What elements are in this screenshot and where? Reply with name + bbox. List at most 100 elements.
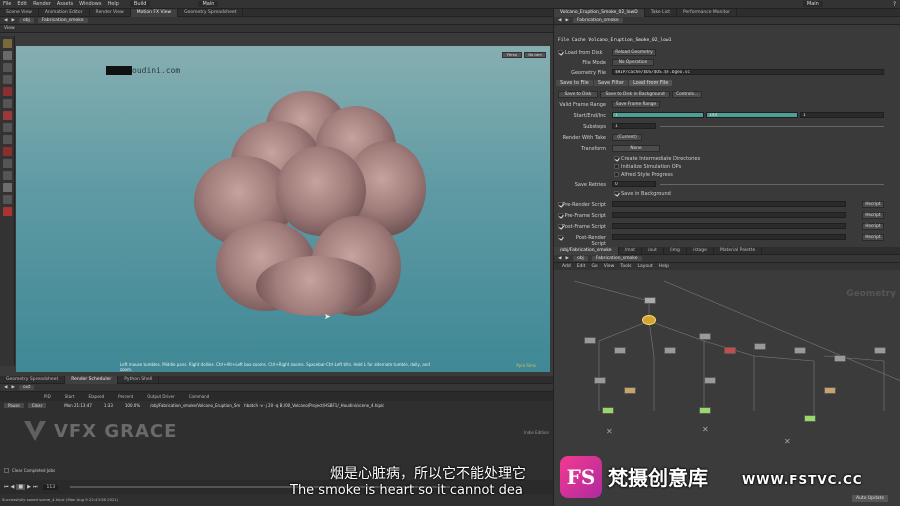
network-node[interactable] bbox=[834, 355, 846, 362]
tab-net-palette[interactable]: Material Palette bbox=[714, 246, 763, 255]
network-node-selected[interactable] bbox=[642, 315, 656, 325]
scene-viewport[interactable]: Persp No cam oudini.com ➤ Pyro Sims bbox=[16, 46, 550, 372]
forward-icon[interactable]: ▶ bbox=[565, 256, 568, 261]
create-dirs-checkbox[interactable] bbox=[614, 156, 619, 161]
path-node[interactable]: Fabrication_smoke bbox=[572, 18, 623, 23]
script-field[interactable] bbox=[612, 212, 846, 218]
script-field[interactable] bbox=[612, 223, 846, 229]
alfred-checkbox[interactable] bbox=[614, 172, 619, 177]
tab-render-view[interactable]: Render View bbox=[90, 8, 131, 17]
handle-tool-icon[interactable] bbox=[3, 87, 12, 96]
tab-animation-editor[interactable]: Animation Editor bbox=[39, 8, 90, 17]
script-lang-select[interactable]: Hscript bbox=[862, 223, 884, 230]
menu-file[interactable]: File bbox=[0, 1, 14, 7]
stop-icon[interactable]: ■ bbox=[16, 484, 26, 490]
network-node-green[interactable] bbox=[602, 407, 614, 414]
valid-range-select[interactable]: Save Frame Range bbox=[612, 101, 660, 108]
tab-net-obj[interactable]: /obj/Fabrication_smoke bbox=[554, 246, 619, 255]
save-bg-button[interactable]: Save to Disk in Background bbox=[600, 91, 670, 98]
back-icon[interactable]: ◀ bbox=[558, 18, 561, 23]
pose-tool-icon[interactable] bbox=[3, 99, 12, 108]
file-mode-select[interactable]: No Operation bbox=[612, 59, 654, 66]
tab-net-out[interactable]: /out bbox=[642, 246, 664, 255]
subtab-load-file[interactable]: Load from File bbox=[629, 80, 673, 86]
network-node[interactable] bbox=[699, 333, 711, 340]
save-bg-checkbox[interactable] bbox=[614, 191, 619, 196]
net-menu-view[interactable]: View bbox=[604, 264, 615, 269]
net-menu-tools[interactable]: Tools bbox=[620, 264, 631, 269]
table-row[interactable]: Pause Clear Mon 21:13:47 1:33 100.0% /ob… bbox=[0, 401, 553, 410]
network-node[interactable] bbox=[594, 377, 606, 384]
forward-icon[interactable]: ▶ bbox=[11, 18, 14, 23]
script-lang-select[interactable]: Hscript bbox=[862, 201, 884, 208]
null-node-icon[interactable]: ✕ bbox=[606, 427, 613, 436]
net-path-obj[interactable]: obj bbox=[572, 256, 588, 261]
network-node[interactable] bbox=[624, 387, 636, 394]
scale-tool-icon[interactable] bbox=[3, 75, 12, 84]
script-lang-select[interactable]: Hscript bbox=[862, 212, 884, 219]
menu-edit[interactable]: Edit bbox=[14, 1, 30, 7]
menu-windows[interactable]: Windows bbox=[76, 1, 104, 7]
prev-frame-icon[interactable]: ◀ bbox=[11, 484, 15, 490]
network-node[interactable] bbox=[614, 347, 626, 354]
tab-geo-spreadsheet[interactable]: Geometry Spreadsheet bbox=[0, 375, 66, 384]
select-tool-icon[interactable] bbox=[3, 39, 12, 48]
tab-net-img[interactable]: /img bbox=[664, 246, 687, 255]
snap-tool-icon[interactable] bbox=[3, 135, 12, 144]
play-icon[interactable]: ▶ bbox=[27, 484, 31, 490]
end-field[interactable]: 144 bbox=[706, 112, 798, 118]
help-icon[interactable]: ? bbox=[893, 1, 896, 8]
tab-geometry-spreadsheet[interactable]: Geometry Spreadsheet bbox=[178, 8, 244, 17]
path-node[interactable]: Fabrication_smoke bbox=[37, 18, 88, 23]
back-icon[interactable]: ◀ bbox=[4, 18, 7, 23]
menu-help[interactable]: Help bbox=[104, 1, 121, 7]
tab-motion-fx[interactable]: Motion FX View bbox=[130, 8, 179, 17]
tab-python-shell[interactable]: Python Shell bbox=[118, 375, 160, 384]
menu-assets[interactable]: Assets bbox=[54, 1, 76, 7]
save-retries-slider[interactable] bbox=[660, 184, 884, 185]
brush-tool-icon[interactable] bbox=[3, 111, 12, 120]
transform-select[interactable]: None bbox=[612, 145, 660, 152]
tab-param[interactable]: Volcano_Eruption_Smoke_02_lowD bbox=[554, 8, 645, 17]
light-tool-icon[interactable] bbox=[3, 195, 12, 204]
inc-field[interactable]: 1 bbox=[800, 112, 884, 118]
null-node-icon[interactable]: ✕ bbox=[702, 425, 709, 434]
last-frame-icon[interactable]: ⏭ bbox=[33, 484, 38, 490]
subtab-save-file[interactable]: Save to File bbox=[556, 80, 593, 86]
net-menu-go[interactable]: Go bbox=[591, 264, 597, 269]
null-node-icon[interactable]: ✕ bbox=[784, 437, 791, 446]
render-tool-icon[interactable] bbox=[3, 171, 12, 180]
network-node-warning[interactable] bbox=[724, 347, 736, 354]
substeps-slider[interactable] bbox=[660, 126, 884, 127]
geometry-file-field[interactable]: $HIP/cache/$OS/$OS.$F.bgeo.sc bbox=[612, 69, 884, 75]
first-frame-icon[interactable]: ⏮ bbox=[4, 484, 9, 490]
tab-scene-view[interactable]: Scene View bbox=[0, 8, 39, 17]
substeps-field[interactable]: 1 bbox=[612, 123, 656, 129]
tab-net-mat[interactable]: /mat bbox=[619, 246, 643, 255]
tab-take-list[interactable]: Take List bbox=[645, 8, 677, 17]
tab-render-scheduler[interactable]: Render Scheduler bbox=[65, 375, 119, 384]
path-obj[interactable]: obj bbox=[18, 18, 34, 23]
network-node[interactable] bbox=[704, 377, 716, 384]
rotate-tool-icon[interactable] bbox=[3, 63, 12, 72]
network-node[interactable] bbox=[584, 337, 596, 344]
network-node[interactable] bbox=[664, 347, 676, 354]
network-node-green[interactable] bbox=[699, 407, 711, 414]
network-editor[interactable]: /obj/Fabrication_smoke /mat /out /img /s… bbox=[553, 246, 900, 506]
net-menu-layout[interactable]: Layout bbox=[637, 264, 652, 269]
net-path-node[interactable]: Fabrication_smoke bbox=[591, 256, 642, 261]
back-icon[interactable]: ◀ bbox=[4, 385, 7, 390]
path-out[interactable]: out bbox=[18, 385, 35, 390]
save-disk-button[interactable]: Save to Disk bbox=[558, 91, 598, 98]
desktop-selector[interactable]: Build bbox=[129, 1, 151, 7]
persp-button[interactable]: Persp bbox=[502, 52, 522, 58]
auto-update-button[interactable]: Auto Update bbox=[852, 495, 889, 502]
clear-completed-checkbox[interactable] bbox=[4, 468, 9, 473]
camera-button[interactable]: No cam bbox=[524, 52, 546, 58]
move-tool-icon[interactable] bbox=[3, 51, 12, 60]
network-node[interactable] bbox=[824, 387, 836, 394]
back-icon[interactable]: ◀ bbox=[558, 256, 561, 261]
network-node[interactable] bbox=[794, 347, 806, 354]
menu-render[interactable]: Render bbox=[30, 1, 54, 7]
network-node[interactable] bbox=[644, 297, 656, 304]
